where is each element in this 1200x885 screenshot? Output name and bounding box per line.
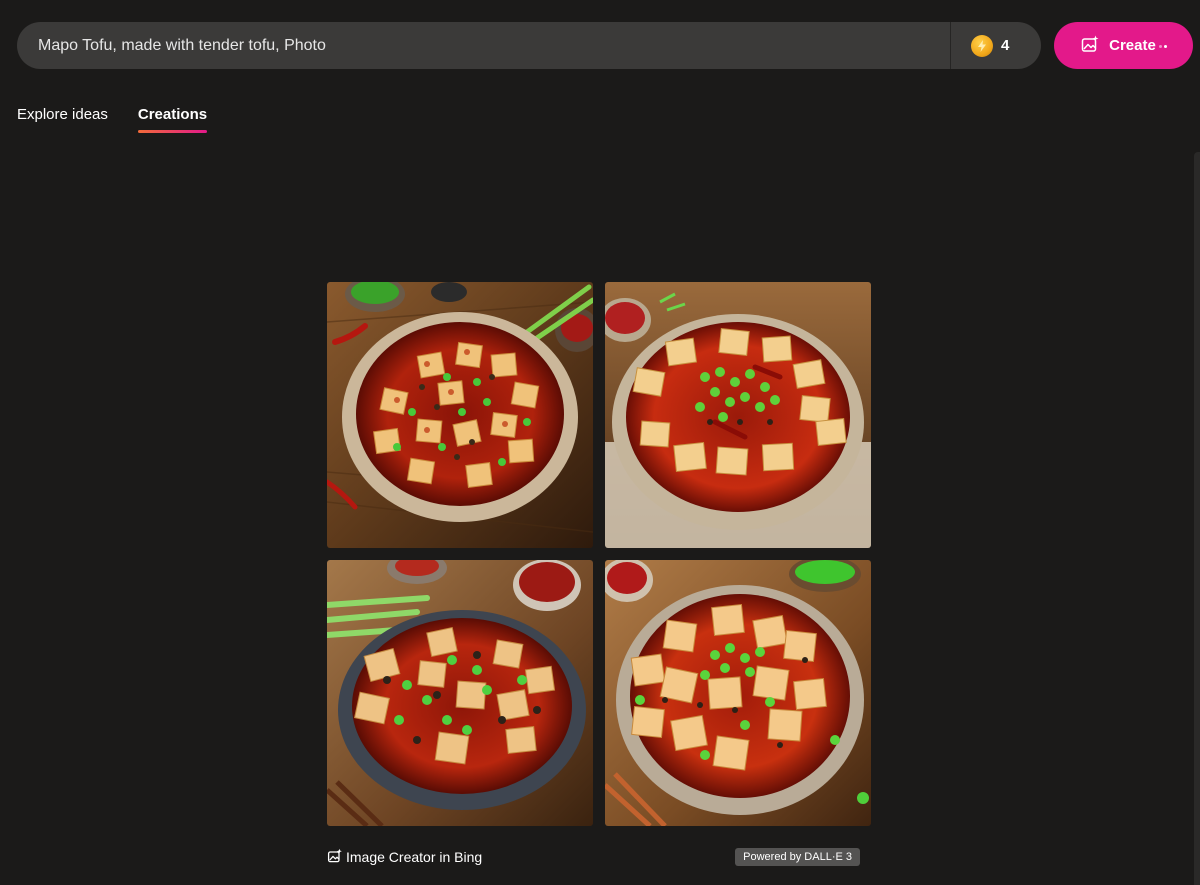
loading-dots bbox=[1158, 45, 1167, 48]
tab-explore-ideas[interactable]: Explore ideas bbox=[17, 106, 108, 133]
generated-image-2[interactable] bbox=[605, 282, 871, 548]
image-sparkle-icon bbox=[1080, 34, 1100, 58]
create-button-label: Create bbox=[1109, 37, 1156, 54]
prompt-bar: 4 bbox=[17, 22, 1041, 69]
boost-counter[interactable]: 4 bbox=[951, 22, 1041, 69]
prompt-input[interactable] bbox=[17, 22, 950, 69]
powered-by-badge: Powered by DALL·E 3 bbox=[735, 848, 860, 866]
image-grid bbox=[327, 282, 871, 826]
brand-label: Image Creator in Bing bbox=[346, 849, 483, 865]
boost-coin-icon bbox=[971, 34, 993, 57]
scrollbar[interactable] bbox=[1194, 152, 1200, 885]
create-button[interactable]: Create bbox=[1054, 22, 1193, 69]
tab-creations[interactable]: Creations bbox=[137, 106, 208, 133]
generated-image-4[interactable] bbox=[605, 560, 871, 826]
image-sparkle-icon bbox=[327, 848, 343, 867]
boost-count: 4 bbox=[1001, 37, 1010, 54]
tab-bar: Explore ideas Creations bbox=[17, 106, 208, 133]
footer: Image Creator in Bing Powered by DALL·E … bbox=[327, 846, 860, 868]
generated-image-3[interactable] bbox=[327, 560, 593, 826]
image-creator-link[interactable]: Image Creator in Bing bbox=[327, 848, 482, 867]
generated-image-1[interactable] bbox=[327, 282, 593, 548]
